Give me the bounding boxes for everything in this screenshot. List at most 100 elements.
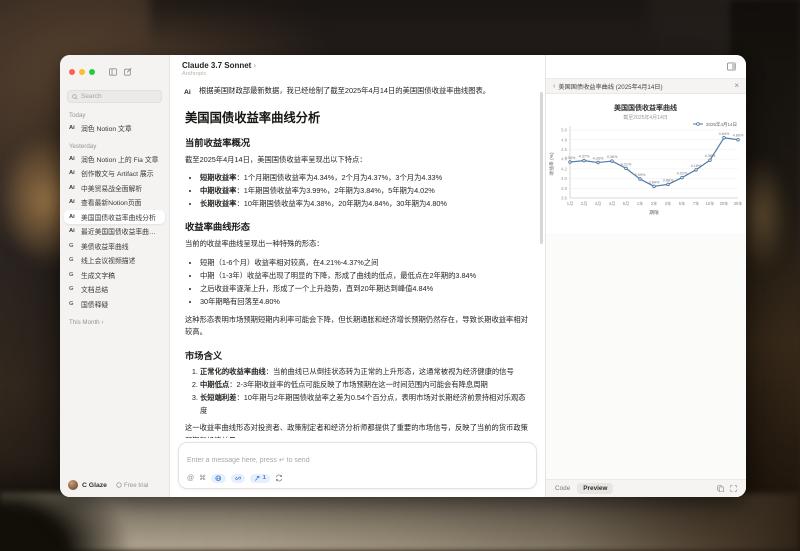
sidebar-item-chat[interactable]: G 文档总结 [64, 282, 165, 297]
message-input[interactable] [187, 457, 528, 464]
message-title: 美国国债收益率曲线分析 [185, 108, 529, 126]
close-icon[interactable]: × [734, 82, 739, 90]
svg-text:4.84%: 4.84% [719, 132, 730, 136]
list-item: 短期收益率：1个月期国债收益率为4.34%，2个月为4.37%，3个月为4.33… [200, 171, 529, 184]
section-paragraph: 这一收益率曲线形态对投资者、政策制定者和经济分析师都提供了重要的市场信号，反映了… [185, 422, 529, 437]
svg-text:4.21%: 4.21% [621, 162, 632, 166]
sidebar-item-chat[interactable]: Ai 润色 Notion 文章 [64, 121, 165, 136]
artifact-panel: ‹ 美国国债收益率曲线 (2025年4月14日) × 美国国债收益率曲线截至20… [545, 55, 746, 497]
message-scroll-area: Ai 根据美国财政部最新数据，我已经绘制了截至2025年4月14日的美国国债收益… [170, 80, 545, 438]
section-lead: 截至2025年4月14日，美国国债收益率呈现出以下特点： [185, 154, 529, 167]
svg-text:2025年4月14日: 2025年4月14日 [706, 121, 737, 128]
sidebar-item-chat[interactable]: Ai创作散文与 Artifact 展示 [64, 166, 165, 181]
chat-title: 文档总结 [81, 284, 108, 294]
connector-toggle[interactable] [231, 474, 246, 484]
chat-title: 生成文字稿 [81, 270, 115, 280]
google-logo-icon: G [69, 243, 77, 249]
sidebar-item-chat[interactable]: G国债释疑 [64, 297, 165, 312]
sidebar-toggle-icon[interactable] [109, 63, 117, 81]
svg-text:30年: 30年 [734, 200, 743, 207]
sidebar-item-chat[interactable]: Ai最近美国国债收益率曲线给... [64, 224, 165, 239]
list-item: 短期（1-6个月）收益率相对较高，在4.21%-4.37%之间 [200, 256, 529, 269]
svg-text:期限: 期限 [649, 209, 659, 216]
sidebar-item-chat[interactable]: G 生成文字稿 [64, 268, 165, 283]
list-item: 长短端利差：10年期与2年期国债收益率之差为0.54个百分点，表明市场对长期经济… [200, 391, 529, 417]
google-logo-icon: G [69, 286, 77, 292]
svg-text:美国国债收益率曲线: 美国国债收益率曲线 [614, 103, 677, 112]
zoom-window-button[interactable] [89, 69, 95, 75]
tools-toggle[interactable]: 1 [250, 474, 270, 484]
back-chevron-icon[interactable]: ‹ [553, 83, 555, 90]
google-logo-icon: G [69, 301, 77, 307]
list-item: 长期收益率：10年期国债收益率为4.38%，20年期为4.84%，30年期为4.… [200, 197, 529, 210]
sidebar-item-chat-active[interactable]: Ai美国国债收益率曲线分析 [64, 210, 165, 225]
web-search-toggle[interactable] [211, 474, 226, 484]
anthropic-logo-icon: Ai [69, 185, 77, 191]
sidebar-item-chat[interactable]: Ai 中美贸易战全面解析 [64, 181, 165, 196]
mention-icon[interactable]: @ [187, 475, 194, 482]
svg-text:4.80%: 4.80% [733, 134, 744, 138]
svg-text:4.38%: 4.38% [705, 154, 716, 158]
model-switch-icon[interactable] [275, 474, 283, 482]
sidebar-item-chat[interactable]: Ai查看最新Notion页面 [64, 195, 165, 210]
section-heading: 当前收益率概况 [185, 135, 529, 149]
chat-title: 查看最新Notion页面 [81, 197, 141, 207]
svg-text:收益率 (%): 收益率 (%) [548, 152, 555, 176]
list-item: 之后收益率逐渐上升，形成了一个上升趋势，直到20年期达到峰值4.84% [200, 282, 529, 295]
avatar [68, 480, 78, 490]
tab-code[interactable]: Code [555, 485, 570, 492]
composer-toolbar: @ ⌘ 1 [187, 474, 528, 484]
svg-text:2月: 2月 [581, 201, 588, 207]
model-selector[interactable]: Claude 3.7 Sonnet› [182, 61, 533, 70]
message-intro: 根据美国财政部最新数据，我已经绘制了截至2025年4月14日的美国国债收益率曲线… [199, 85, 529, 98]
panel-topbar [546, 55, 746, 78]
expand-icon[interactable] [730, 485, 737, 492]
chevron-right-icon: › [253, 61, 256, 70]
section-this-month[interactable]: This Month › [60, 311, 169, 328]
sidebar-item-chat[interactable]: G线上会议视频描述 [64, 253, 165, 268]
sidebar-item-chat[interactable]: Ai润色 Notion 上的 Fia 文章 [64, 152, 165, 167]
panel-toggle-icon[interactable] [727, 58, 736, 76]
chat-title: 中美贸易战全面解析 [81, 183, 142, 193]
minimize-window-button[interactable] [79, 69, 85, 75]
svg-text:3月: 3月 [595, 201, 602, 207]
svg-text:3年: 3年 [665, 200, 672, 207]
chat-title: 润色 Notion 文章 [81, 123, 132, 133]
section-label-today: Today [60, 105, 169, 121]
anthropic-logo-icon: Ai [69, 156, 77, 162]
assistant-message: Ai 根据美国财政部最新数据，我已经绘制了截至2025年4月14日的美国国债收益… [185, 85, 529, 438]
svg-text:4.33%: 4.33% [593, 157, 604, 161]
assistant-avatar-icon: Ai [184, 89, 191, 96]
globe-icon [215, 475, 222, 482]
user-account-row[interactable]: C Glaze Free trial [60, 473, 169, 497]
new-chat-icon[interactable] [124, 63, 132, 81]
svg-text:4月: 4月 [609, 201, 616, 207]
scrollbar[interactable] [540, 92, 543, 244]
bullet-list: 短期收益率：1个月期国债收益率为4.34%，2个月为4.37%，3个月为4.33… [185, 171, 529, 210]
svg-text:3.99%: 3.99% [635, 173, 646, 177]
sidebar: Today Ai 润色 Notion 文章 Yesterday Ai润色 Not… [60, 55, 170, 497]
chat-title: 美债收益率曲线 [81, 241, 129, 251]
list-item: 中期收益率：1年期国债收益率为3.99%，2年期为3.84%，5年期为4.02% [200, 184, 529, 197]
chat-main: Claude 3.7 Sonnet› Anthropic Ai 根据美国财政部最… [170, 55, 545, 497]
close-window-button[interactable] [69, 69, 75, 75]
list-item: 30年期略有回落至4.80% [200, 295, 529, 308]
plan-badge: Free trial [116, 482, 148, 489]
message-composer[interactable]: @ ⌘ 1 [178, 442, 537, 490]
search-box[interactable] [67, 90, 162, 103]
link-icon [235, 475, 242, 482]
tools-count: 1 [263, 475, 266, 481]
google-logo-icon: G [69, 272, 77, 278]
svg-text:7年: 7年 [693, 200, 700, 207]
model-provider: Anthropic [182, 71, 533, 77]
hammer-icon [254, 475, 261, 482]
svg-text:4.36%: 4.36% [607, 155, 618, 159]
svg-text:4.37%: 4.37% [579, 155, 590, 159]
tab-preview[interactable]: Preview [577, 483, 613, 494]
svg-text:3.8: 3.8 [561, 186, 567, 191]
copy-artifact-icon[interactable] [717, 485, 724, 492]
svg-text:4.0: 4.0 [561, 176, 567, 181]
sidebar-item-chat[interactable]: G 美债收益率曲线 [64, 239, 165, 254]
command-icon[interactable]: ⌘ [199, 475, 206, 482]
search-input[interactable] [81, 93, 157, 100]
